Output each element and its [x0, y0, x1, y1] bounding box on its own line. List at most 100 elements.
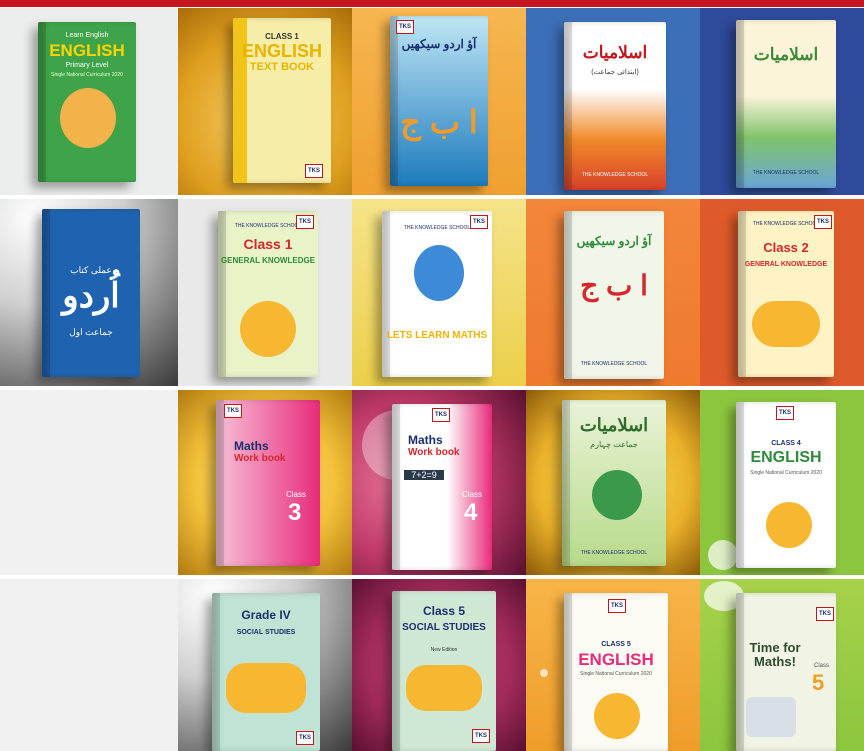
book-pre-title: CLASS 5 [601, 641, 631, 648]
book-time-for-maths[interactable]: TKS Time for Maths! Class 5 [736, 593, 836, 751]
tks-logo: TKS [776, 406, 794, 420]
tile-7[interactable]: THE KNOWLEDGE SCHOOL Class 1 GENERAL KNO… [178, 199, 352, 386]
world-map-illustration [226, 663, 306, 713]
tile-13[interactable]: TKS Maths Work book 7+2=9 Class 4 [352, 390, 526, 575]
book-spine [216, 400, 224, 566]
book-footer: THE KNOWLEDGE SCHOOL [580, 361, 648, 367]
cover-illustration [594, 693, 640, 739]
book-title: ENGLISH [49, 41, 125, 60]
cover-illustration [60, 88, 116, 148]
book-english-primary[interactable]: Learn English ENGLISH Primary Level Sing… [38, 22, 136, 182]
tile-12[interactable]: Maths Work book Class 3 TKS [178, 390, 352, 575]
book-social-studies-class5[interactable]: Class 5 SOCIAL STUDIES New Edition TKS [392, 591, 496, 751]
tks-logo: TKS [472, 729, 490, 743]
book-big-letters: ا ب ج [580, 270, 648, 301]
book-title: Maths [408, 433, 443, 447]
book-title-line2: SOCIAL STUDIES [236, 629, 296, 636]
book-islamiat-2[interactable]: اسلامیات THE KNOWLEDGE SCHOOL [736, 20, 836, 188]
book-title-line2: GENERAL KNOWLEDGE [220, 256, 316, 265]
book-grid: Learn English ENGLISH Primary Level Sing… [0, 8, 864, 751]
book-class-label: Class [286, 490, 307, 499]
tile-4[interactable]: اسلامیات (ابتدائی جماعت) THE KNOWLEDGE S… [526, 8, 700, 195]
tile-3[interactable]: TKS آؤ اردو سیکھیں ا ب ج [352, 8, 526, 195]
book-title-line2: SOCIAL STUDIES [402, 622, 486, 633]
tile-9[interactable]: آؤ اردو سیکھیں ا ب ج THE KNOWLEDGE SCHOO… [526, 199, 700, 386]
tks-logo: TKS [608, 599, 626, 613]
book-spine [382, 211, 390, 377]
tile-6[interactable]: عملی کتاب اُردو جماعت اول [0, 199, 178, 386]
crescent-illustration [592, 470, 642, 520]
tile-10[interactable]: THE KNOWLEDGE SCHOOL Class 2 GENERAL KNO… [700, 199, 864, 386]
book-gk-class2[interactable]: THE KNOWLEDGE SCHOOL Class 2 GENERAL KNO… [738, 211, 834, 377]
tks-logo: TKS [296, 731, 314, 745]
tks-logo: TKS [224, 404, 242, 418]
tile-16 [0, 579, 178, 751]
book-spine [736, 593, 744, 751]
book-spine [738, 211, 746, 377]
book-subtitle: جماعت چہارم [590, 440, 638, 449]
book-title: اُردو [62, 277, 120, 315]
tile-17[interactable]: Grade IV SOCIAL STUDIES TKS [178, 579, 352, 751]
book-maths-workbook-3[interactable]: Maths Work book Class 3 TKS [216, 400, 320, 566]
tile-18[interactable]: Class 5 SOCIAL STUDIES New Edition TKS [352, 579, 526, 751]
book-pre-title: CLASS 4 [771, 440, 801, 447]
tile-14[interactable]: اسلامیات جماعت چہارم THE KNOWLEDGE SCHOO… [526, 390, 700, 575]
book-urdu-seekhen-2[interactable]: آؤ اردو سیکھیں ا ب ج THE KNOWLEDGE SCHOO… [564, 211, 664, 379]
book-urdu-amli-kitab[interactable]: عملی کتاب اُردو جماعت اول [42, 209, 140, 377]
book-lets-learn-maths[interactable]: THE KNOWLEDGE SCHOOL LETS LEARN MATHS TK… [382, 211, 492, 377]
book-subtitle: Single National Curriculum 2020 [750, 470, 822, 476]
book-big-letters: ا ب ج [400, 104, 478, 140]
tile-8[interactable]: THE KNOWLEDGE SCHOOL LETS LEARN MATHS TK… [352, 199, 526, 386]
book-spine [392, 404, 400, 570]
book-islamiat-1[interactable]: اسلامیات (ابتدائی جماعت) THE KNOWLEDGE S… [564, 22, 666, 190]
book-title: ENGLISH [241, 41, 322, 61]
book-title-line2: GENERAL KNOWLEDGE [744, 261, 828, 268]
tile-15[interactable]: TKS CLASS 4 ENGLISH Single National Curr… [700, 390, 864, 575]
book-subtitle: Primary Level [65, 62, 109, 69]
book-islamiat-class4[interactable]: اسلامیات جماعت چہارم THE KNOWLEDGE SCHOO… [562, 400, 666, 566]
book-pre-title: عملی کتاب [70, 265, 112, 275]
book-urdu-seekhen-1[interactable]: TKS آؤ اردو سیکھیں ا ب ج [390, 16, 488, 186]
book-subtitle: New Edition [430, 647, 458, 653]
cover-illustration [414, 245, 464, 301]
tile-20[interactable]: TKS Time for Maths! Class 5 [700, 579, 864, 751]
tile-5[interactable]: اسلامیات THE KNOWLEDGE SCHOOL [700, 8, 864, 195]
book-title: ENGLISH [750, 449, 822, 466]
book-title: اسلامیات [579, 415, 649, 435]
world-map-illustration [406, 665, 482, 711]
tks-logo: TKS [814, 215, 832, 229]
book-subtitle: Single National Curriculum 2020 [580, 671, 652, 677]
cover-illustration [766, 502, 812, 548]
book-note: Single National Curriculum 2020 [51, 72, 123, 78]
book-title: آؤ اردو سیکھیں [576, 234, 652, 248]
tile-1[interactable]: Learn English ENGLISH Primary Level Sing… [0, 8, 178, 195]
cover-illustration [746, 697, 796, 737]
cover-illustration [752, 301, 820, 347]
book-title: Maths [234, 439, 269, 453]
book-title: آؤ اردو سیکھیں [401, 37, 477, 51]
book-title: Grade IV [241, 608, 291, 622]
book-class-number: 3 [288, 499, 302, 526]
book-spine [218, 211, 226, 377]
tile-2[interactable]: CLASS 1 ENGLISH TEXT BOOK TKS [178, 8, 352, 195]
tks-logo: TKS [396, 20, 414, 34]
book-subtitle: جماعت اول [69, 327, 113, 337]
book-social-studies-grade4[interactable]: Grade IV SOCIAL STUDIES TKS [212, 593, 320, 751]
book-gk-class1[interactable]: THE KNOWLEDGE SCHOOL Class 1 GENERAL KNO… [218, 211, 318, 377]
book-footer: THE KNOWLEDGE SCHOOL [580, 550, 648, 556]
book-english-class4[interactable]: TKS CLASS 4 ENGLISH Single National Curr… [736, 402, 836, 568]
tile-19[interactable]: TKS CLASS 5 ENGLISH Single National Curr… [526, 579, 700, 751]
tks-logo: TKS [305, 164, 323, 178]
book-class-number: 4 [464, 499, 478, 526]
book-title-line2: Work book [234, 453, 286, 464]
book-title: Class 5 [422, 604, 466, 618]
book-title: LETS LEARN MATHS [386, 330, 488, 341]
cover-illustration [240, 301, 296, 357]
book-english-class5[interactable]: TKS CLASS 5 ENGLISH Single National Curr… [564, 593, 668, 751]
book-title: ENGLISH [578, 650, 654, 669]
book-title: Class 2 [763, 240, 809, 255]
book-maths-workbook-4[interactable]: TKS Maths Work book 7+2=9 Class 4 [392, 404, 492, 570]
tks-logo: TKS [296, 215, 314, 229]
book-english-textbook[interactable]: CLASS 1 ENGLISH TEXT BOOK TKS [233, 18, 331, 183]
decor-bubble [540, 669, 548, 677]
